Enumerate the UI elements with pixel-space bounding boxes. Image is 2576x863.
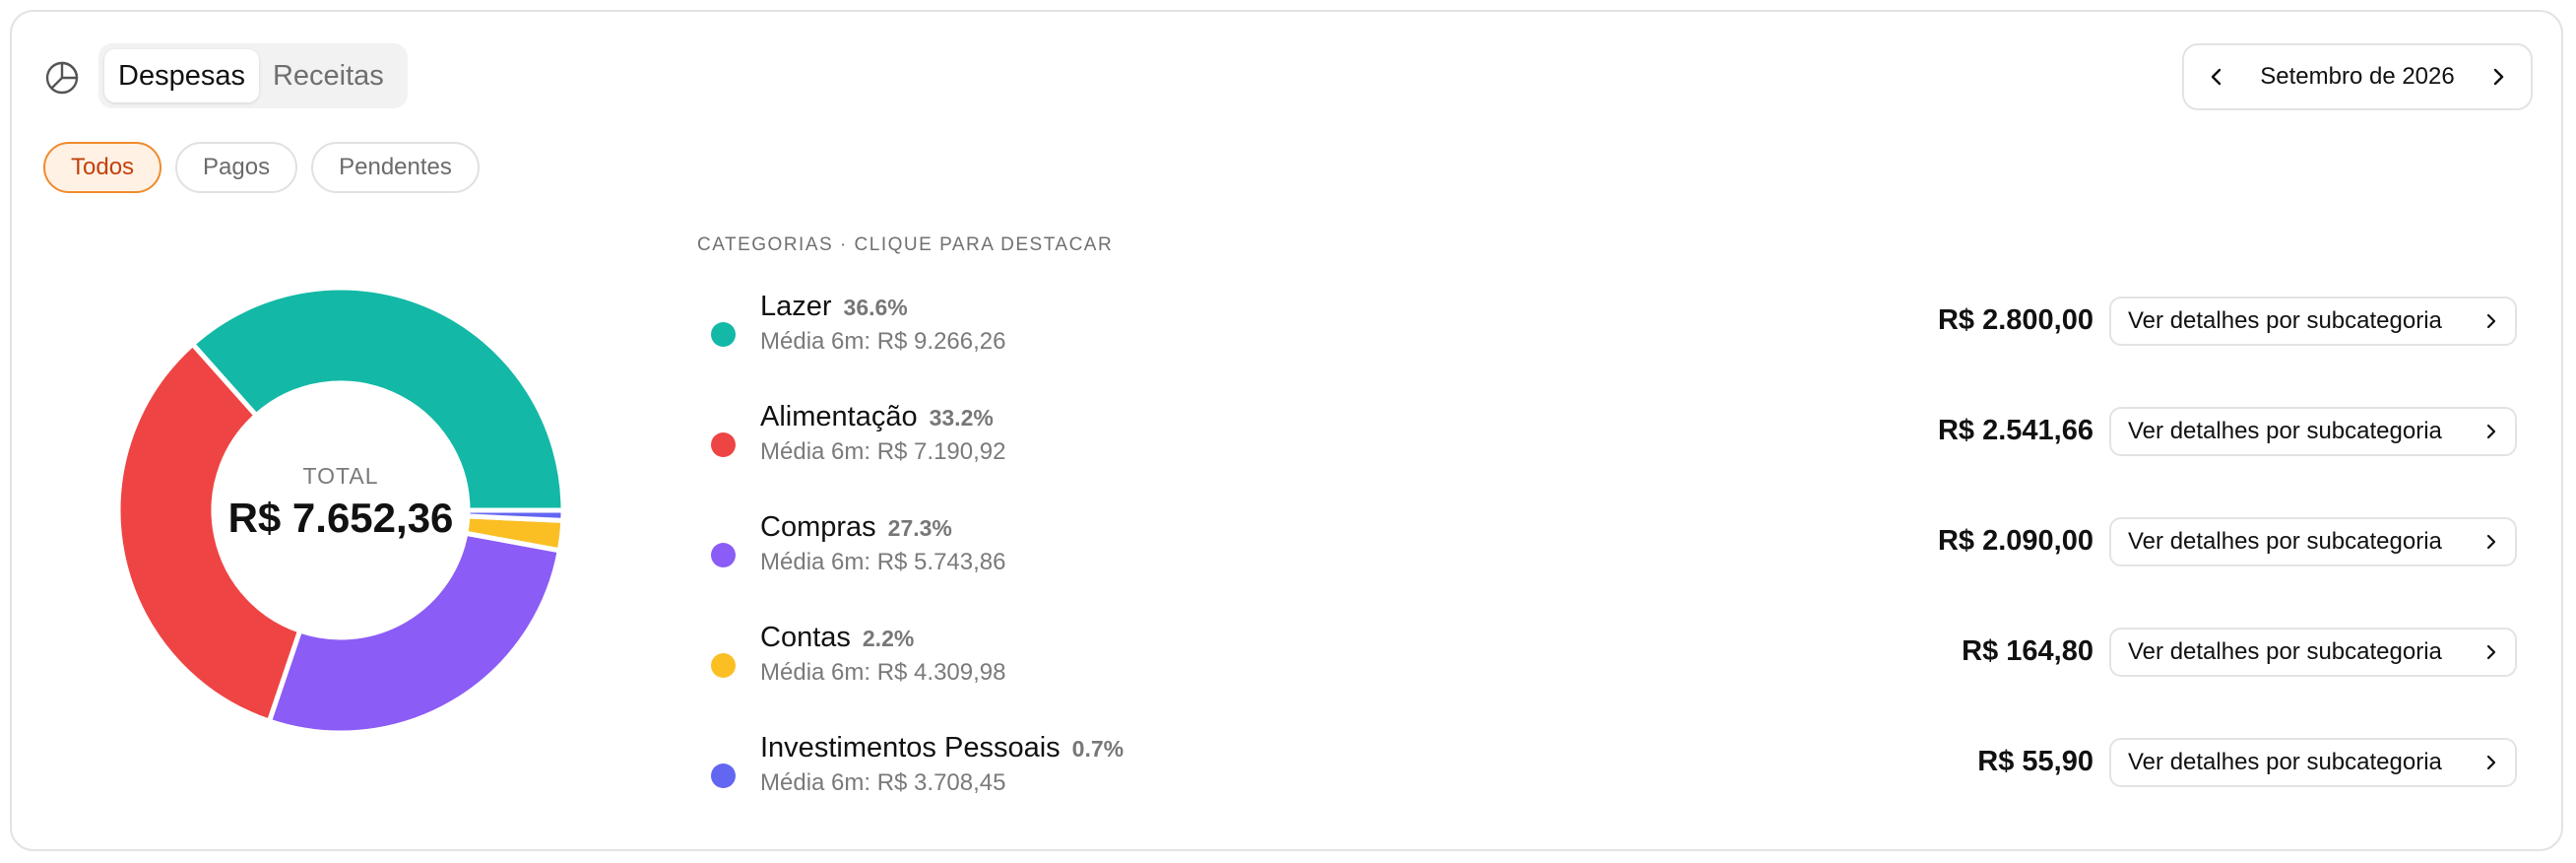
view-subcategory-details-button[interactable]: Ver detalhes por subcategoria xyxy=(2109,628,2517,677)
filter-pendentes[interactable]: Pendentes xyxy=(311,142,480,193)
category-average: Média 6m: R$ 3.708,45 xyxy=(760,769,1006,796)
category-color-dot xyxy=(711,653,736,678)
total-label: TOTAL xyxy=(302,463,379,489)
category-row-investimentos-pessoais[interactable]: Investimentos Pessoais 0.7% Média 6m: R$ … xyxy=(689,732,2521,827)
category-average: Média 6m: R$ 7.190,92 xyxy=(760,438,1006,465)
category-amount: R$ 2.800,00 xyxy=(1937,304,2093,336)
category-amount: R$ 2.090,00 xyxy=(1937,525,2093,557)
tab-receitas[interactable]: Receitas xyxy=(259,49,398,102)
category-row-lazer[interactable]: Lazer 36.6% Média 6m: R$ 9.266,26 R$ 2.80… xyxy=(689,291,2521,385)
category-amount: R$ 2.541,66 xyxy=(1937,415,2093,446)
category-row-contas[interactable]: Contas 2.2% Média 6m: R$ 4.309,98 R$ 164,… xyxy=(689,622,2521,716)
view-subcategory-details-button[interactable]: Ver detalhes por subcategoria xyxy=(2109,517,2517,566)
category-color-dot xyxy=(711,763,736,788)
button-label: Ver detalhes por subcategoria xyxy=(2128,749,2442,775)
status-filters: Todos Pagos Pendentes xyxy=(43,142,480,193)
category-row-alimentacao[interactable]: Alimentação 33.2% Média 6m: R$ 7.190,92 R… xyxy=(689,401,2521,496)
chevron-right-icon xyxy=(2486,644,2496,660)
category-name: Compras xyxy=(760,511,876,543)
current-month: Setembro de 2026 xyxy=(2260,63,2455,90)
category-average: Média 6m: R$ 9.266,26 xyxy=(760,328,1006,355)
pie-chart-icon xyxy=(43,59,81,97)
button-label: Ver detalhes por subcategoria xyxy=(2128,418,2442,444)
filter-todos[interactable]: Todos xyxy=(43,142,162,193)
category-name: Lazer xyxy=(760,291,832,322)
button-label: Ver detalhes por subcategoria xyxy=(2128,528,2442,555)
category-amount: R$ 164,80 xyxy=(1962,635,2093,667)
category-amount: R$ 55,90 xyxy=(1977,746,2093,777)
chevron-right-icon xyxy=(2486,534,2496,550)
button-label: Ver detalhes por subcategoria xyxy=(2128,638,2442,665)
category-row-compras[interactable]: Compras 27.3% Média 6m: R$ 5.743,86 R$ 2.… xyxy=(689,511,2521,606)
category-percent: 0.7% xyxy=(1071,736,1125,762)
category-average: Média 6m: R$ 4.309,98 xyxy=(760,659,1006,686)
category-name: Contas xyxy=(760,622,851,653)
donut-slice-compras[interactable] xyxy=(267,530,562,735)
month-selector: Setembro de 2026 xyxy=(2182,43,2533,110)
type-tabs: Despesas Receitas xyxy=(98,43,408,108)
total-value: R$ 7.652,36 xyxy=(227,495,454,541)
category-name: Alimentação xyxy=(760,401,918,432)
tab-despesas[interactable]: Despesas xyxy=(104,49,259,102)
category-color-dot xyxy=(711,543,736,567)
view-subcategory-details-button[interactable]: Ver detalhes por subcategoria xyxy=(2109,738,2517,787)
categories-heading: CATEGORIAS · CLIQUE PARA DESTACAR xyxy=(697,234,1114,255)
chevron-right-icon xyxy=(2486,755,2496,770)
chevron-right-icon[interactable] xyxy=(2483,62,2513,92)
filter-pagos[interactable]: Pagos xyxy=(175,142,298,193)
chevron-left-icon[interactable] xyxy=(2202,62,2231,92)
category-percent: 36.6% xyxy=(843,295,908,320)
view-subcategory-details-button[interactable]: Ver detalhes por subcategoria xyxy=(2109,407,2517,456)
chevron-right-icon xyxy=(2486,313,2496,329)
category-name: Investimentos Pessoais xyxy=(760,732,1061,763)
category-percent: 2.2% xyxy=(862,626,915,651)
view-subcategory-details-button[interactable]: Ver detalhes por subcategoria xyxy=(2109,297,2517,346)
category-color-dot xyxy=(711,432,736,457)
category-average: Média 6m: R$ 5.743,86 xyxy=(760,549,1006,575)
button-label: Ver detalhes por subcategoria xyxy=(2128,307,2442,334)
chevron-right-icon xyxy=(2486,424,2496,439)
category-percent: 33.2% xyxy=(929,405,994,431)
category-percent: 27.3% xyxy=(887,515,952,541)
category-color-dot xyxy=(711,322,736,347)
